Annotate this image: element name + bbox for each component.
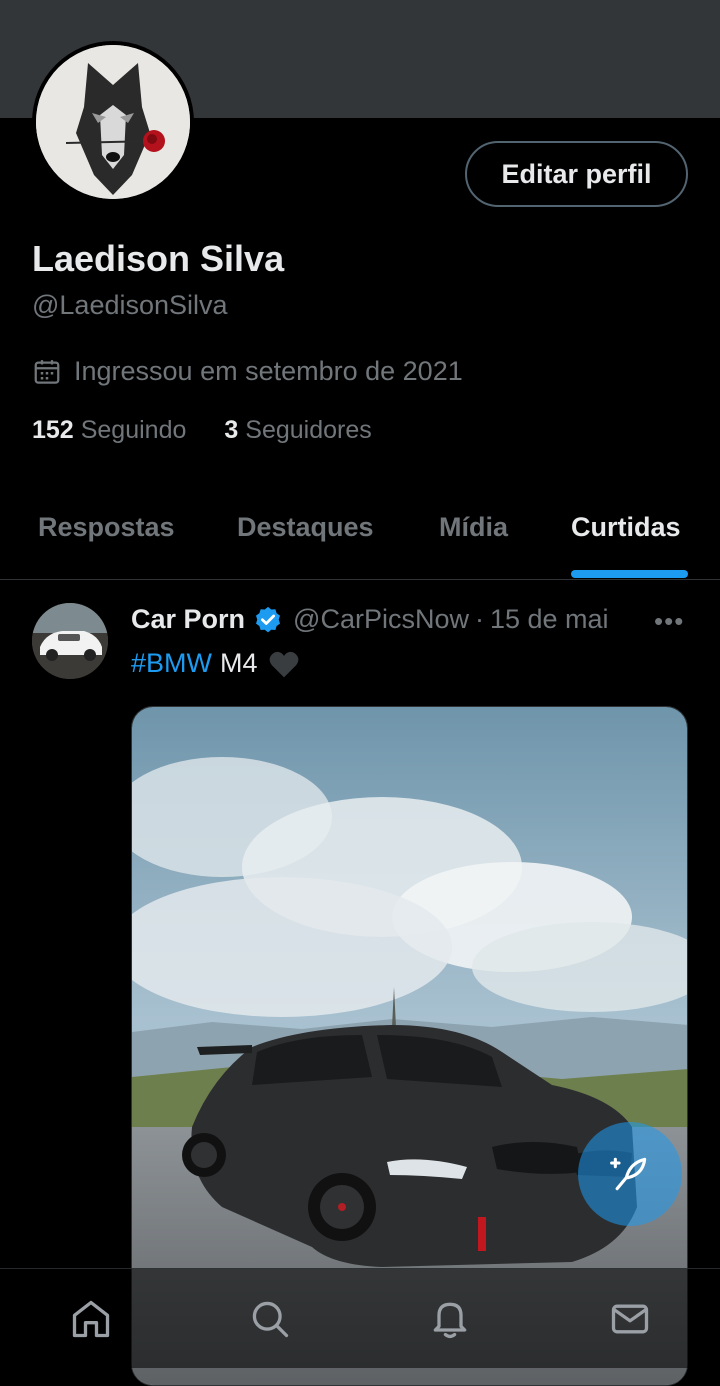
tab-destaques[interactable]: Destaques xyxy=(237,512,374,543)
tab-respostas[interactable]: Respostas xyxy=(38,512,175,543)
post-date[interactable]: 15 de mai xyxy=(490,604,609,635)
followers-count: 3 xyxy=(224,416,239,444)
profile-handle: @LaedisonSilva xyxy=(32,290,228,320)
home-icon[interactable] xyxy=(69,1297,113,1341)
joined-date: Ingressou em setembro de 2021 xyxy=(32,356,463,387)
tab-curtidas[interactable]: Curtidas xyxy=(571,512,681,543)
followers-link[interactable]: 3 Seguidores xyxy=(224,416,371,445)
profile-tabs: Respostas Destaques Mídia Curtidas xyxy=(0,500,720,580)
search-icon[interactable] xyxy=(248,1297,292,1341)
joined-text: Ingressou em setembro de 2021 xyxy=(74,356,463,386)
post-author-avatar[interactable] xyxy=(32,603,108,679)
messages-icon[interactable] xyxy=(608,1297,652,1341)
following-label: Seguindo xyxy=(80,416,187,444)
following-count: 152 xyxy=(32,416,74,444)
edit-profile-button[interactable]: Editar perfil xyxy=(465,141,688,207)
following-link[interactable]: 152 Seguindo xyxy=(32,416,186,445)
car-avatar-image xyxy=(32,603,108,679)
meta-separator: · xyxy=(474,604,484,634)
post-author-name[interactable]: Car Porn xyxy=(131,604,245,635)
hashtag-link[interactable]: #BMW xyxy=(131,648,212,679)
post-author-handle[interactable]: @CarPicsNow xyxy=(293,604,469,635)
follow-stats: 152 Seguindo 3 Seguidores xyxy=(32,416,410,445)
post-text: #BMW M4 xyxy=(131,648,300,679)
verified-badge-icon xyxy=(256,606,281,632)
black-heart-icon xyxy=(269,651,298,677)
bottom-navigation xyxy=(0,1268,720,1368)
tab-midia[interactable]: Mídia xyxy=(439,512,508,543)
profile-avatar[interactable] xyxy=(32,41,194,203)
active-tab-indicator xyxy=(571,570,688,578)
compose-post-button[interactable] xyxy=(578,1122,682,1226)
followers-label: Seguidores xyxy=(245,416,372,444)
calendar-icon xyxy=(34,359,60,384)
feather-compose-icon xyxy=(610,1157,647,1191)
more-options-icon[interactable]: ••• xyxy=(654,606,684,637)
profile-name: Laedison Silva xyxy=(32,238,285,279)
notifications-icon[interactable] xyxy=(428,1297,472,1341)
wolf-avatar-image xyxy=(36,45,190,199)
post-body: M4 xyxy=(220,648,258,678)
tabs-divider xyxy=(0,579,720,580)
post-header: Car Porn @CarPicsNow · 15 de mai xyxy=(131,604,609,635)
